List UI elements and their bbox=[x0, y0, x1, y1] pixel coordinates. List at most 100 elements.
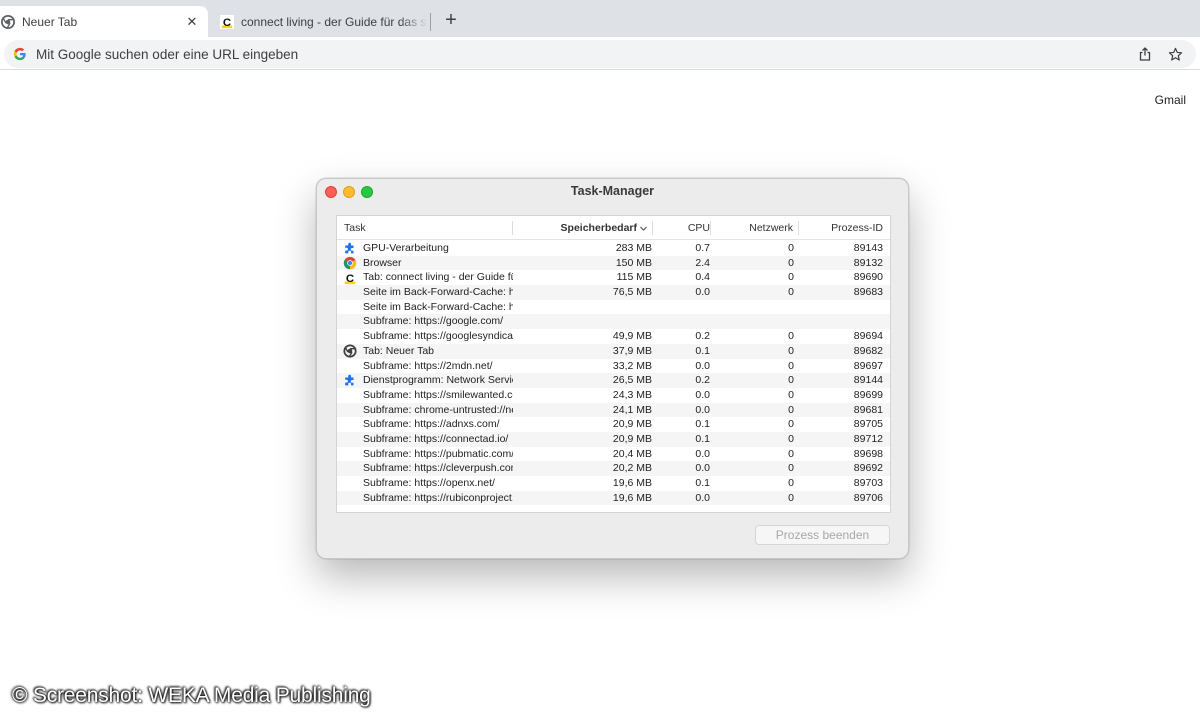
table-row[interactable]: C Tab: connect living - der Guide für das… bbox=[337, 270, 890, 285]
memory-value: 150 MB bbox=[615, 256, 652, 269]
memory-value: 20,9 MB bbox=[612, 432, 652, 445]
task-name: Tab: Neuer Tab bbox=[363, 344, 435, 357]
end-process-button[interactable]: Prozess beenden bbox=[755, 525, 890, 545]
google-g-icon bbox=[13, 47, 26, 61]
task-table[interactable]: Task Speicherbedarf CPU Netzwerk Prozess… bbox=[336, 215, 891, 513]
table-row[interactable]: Subframe: https://2mdn.net/33,2 MB 0.0 0 89… bbox=[337, 359, 890, 374]
memory-value: 33,2 MB bbox=[612, 359, 652, 372]
task-name: Subframe: https://2mdn.net/ bbox=[363, 359, 493, 372]
table-row[interactable]: Subframe: https://pubmatic.com/20,4 MB 0.… bbox=[337, 447, 890, 462]
task-manager-titlebar: Task-Manager bbox=[317, 179, 908, 205]
connect-living-icon: C bbox=[344, 273, 356, 285]
memory-value: 19,6 MB bbox=[612, 491, 652, 504]
column-header-memory[interactable]: Speicherbedarf bbox=[513, 216, 637, 240]
memory-value bbox=[513, 300, 652, 315]
table-row[interactable]: Subframe: https://google.com/ bbox=[337, 314, 890, 330]
memory-value: 26,5 MB bbox=[612, 374, 652, 387]
network-value: 0 bbox=[788, 344, 794, 357]
pid-value: 89681 bbox=[853, 403, 883, 416]
connect-living-icon: C bbox=[220, 14, 234, 29]
pid-value bbox=[794, 314, 883, 329]
table-row[interactable]: GPU-Verarbeitung 283 MB 0.7 0 89143 bbox=[337, 241, 890, 256]
omnibox[interactable] bbox=[4, 40, 1196, 68]
watermark: © Screenshot: WEKA Media Publishing bbox=[12, 684, 371, 707]
network-value: 0 bbox=[788, 418, 794, 431]
table-row[interactable]: Subframe: https://smilewanted.com/24,3 M… bbox=[337, 388, 890, 403]
task-name: Subframe: https://rubiconproject.com/ bbox=[363, 491, 513, 504]
cpu-value: 0.0 bbox=[695, 462, 710, 475]
cpu-value: 0.1 bbox=[695, 432, 710, 445]
sort-descending-icon bbox=[640, 226, 647, 231]
omnibox-input[interactable] bbox=[36, 46, 1136, 62]
table-row[interactable]: Seite im Back-Forward-Cache: https://www… bbox=[337, 285, 890, 300]
memory-value: 20,2 MB bbox=[612, 462, 652, 475]
column-header-cpu[interactable]: CPU bbox=[653, 216, 710, 240]
table-row[interactable]: Subframe: https://openx.net/19,6 MB 0.1 0 8… bbox=[337, 476, 890, 491]
new-tab-button[interactable]: + bbox=[441, 10, 461, 30]
task-manager-window: Task-Manager Task Speicherbedarf CPU Net… bbox=[316, 178, 909, 559]
gmail-link[interactable]: Gmail bbox=[1155, 93, 1186, 107]
tab-title: connect living - der Guide für das smart… bbox=[241, 14, 428, 29]
table-row[interactable]: Tab: Neuer Tab 37,9 MB 0.1 0 89682 bbox=[337, 343, 890, 359]
task-name: Subframe: https://smilewanted.com/ bbox=[363, 388, 513, 401]
task-name: Subframe: https://adnxs.com/ bbox=[363, 418, 500, 431]
star-icon bbox=[1168, 47, 1182, 61]
memory-value: 49,9 MB bbox=[612, 330, 652, 343]
cpu-value bbox=[652, 300, 710, 315]
tab-connect-living[interactable]: C connect living - der Guide für das sma… bbox=[213, 6, 428, 37]
task-name: Subframe: https://cleverpush.com/ bbox=[363, 462, 513, 475]
cpu-value: 0.0 bbox=[695, 403, 710, 416]
cpu-value: 0.0 bbox=[695, 286, 710, 299]
pid-value: 89697 bbox=[853, 359, 883, 372]
chrome-icon bbox=[343, 344, 357, 358]
cpu-value: 0.1 bbox=[695, 477, 710, 489]
memory-value: 20,4 MB bbox=[612, 447, 652, 460]
pid-value: 89690 bbox=[853, 271, 883, 284]
bookmark-button[interactable] bbox=[1166, 45, 1184, 63]
toolbar bbox=[0, 37, 1200, 70]
network-value: 0 bbox=[788, 286, 794, 299]
table-row[interactable]: Subframe: https://cleverpush.com/20,2 MB… bbox=[337, 461, 890, 476]
network-value: 0 bbox=[788, 491, 794, 504]
task-name: Subframe: chrome-untrusted://new-tab-pag… bbox=[363, 403, 513, 416]
table-row[interactable]: Subframe: chrome-untrusted://new-tab-pag… bbox=[337, 402, 890, 418]
column-header-pid[interactable]: Prozess-ID bbox=[799, 216, 883, 240]
table-row[interactable]: Dienstprogramm: Network Service 26,5 MB 0.… bbox=[337, 373, 890, 388]
svg-text:C: C bbox=[223, 16, 231, 28]
table-row[interactable]: Subframe: https://connectad.io/20,9 MB 0.… bbox=[337, 431, 890, 447]
table-row[interactable]: Browser 150 MB 2.4 0 89132 bbox=[337, 255, 890, 271]
memory-value: 24,1 MB bbox=[612, 403, 652, 416]
table-row[interactable]: Subframe: https://adnxs.com/20,9 MB 0.1 0 8… bbox=[337, 417, 890, 432]
cpu-value: 0.7 bbox=[695, 242, 710, 254]
tab-new-tab[interactable]: Neuer Tab ✕ bbox=[0, 6, 208, 37]
pid-value: 89143 bbox=[853, 242, 883, 254]
share-button[interactable] bbox=[1136, 45, 1154, 63]
pid-value: 89712 bbox=[853, 432, 883, 445]
task-name: Subframe: https://openx.net/ bbox=[363, 477, 495, 489]
pid-value: 89698 bbox=[853, 447, 883, 460]
memory-value: 24,3 MB bbox=[612, 388, 652, 401]
cpu-value bbox=[652, 314, 710, 329]
network-value: 0 bbox=[788, 271, 794, 284]
close-tab-icon[interactable]: ✕ bbox=[184, 14, 200, 30]
task-name: Subframe: https://google.com/ bbox=[363, 315, 504, 328]
table-row[interactable]: Subframe: https://googlesyndication.com/… bbox=[337, 329, 890, 344]
pid-value bbox=[794, 300, 883, 315]
column-header-network[interactable]: Netzwerk bbox=[711, 216, 793, 240]
column-header-task[interactable]: Task bbox=[344, 216, 504, 240]
network-value: 0 bbox=[788, 388, 794, 401]
table-row[interactable]: Seite im Back-Forward-Cache: https://www… bbox=[337, 300, 890, 315]
network-value: 0 bbox=[788, 330, 794, 343]
task-name: Seite im Back-Forward-Cache: https://www… bbox=[363, 300, 513, 313]
cpu-value: 0.0 bbox=[695, 388, 710, 401]
cpu-value: 0.0 bbox=[695, 491, 710, 504]
pid-value: 89692 bbox=[853, 462, 883, 475]
table-row[interactable]: Subframe: https://rubiconproject.com/19,… bbox=[337, 490, 890, 506]
network-value: 0 bbox=[788, 477, 794, 489]
pid-value: 89682 bbox=[853, 344, 883, 357]
task-name: Subframe: https://pubmatic.com/ bbox=[363, 447, 513, 460]
cpu-value: 0.2 bbox=[695, 330, 710, 343]
pid-value: 89705 bbox=[853, 418, 883, 431]
memory-value: 115 MB bbox=[616, 271, 652, 284]
tab-divider bbox=[430, 13, 431, 31]
